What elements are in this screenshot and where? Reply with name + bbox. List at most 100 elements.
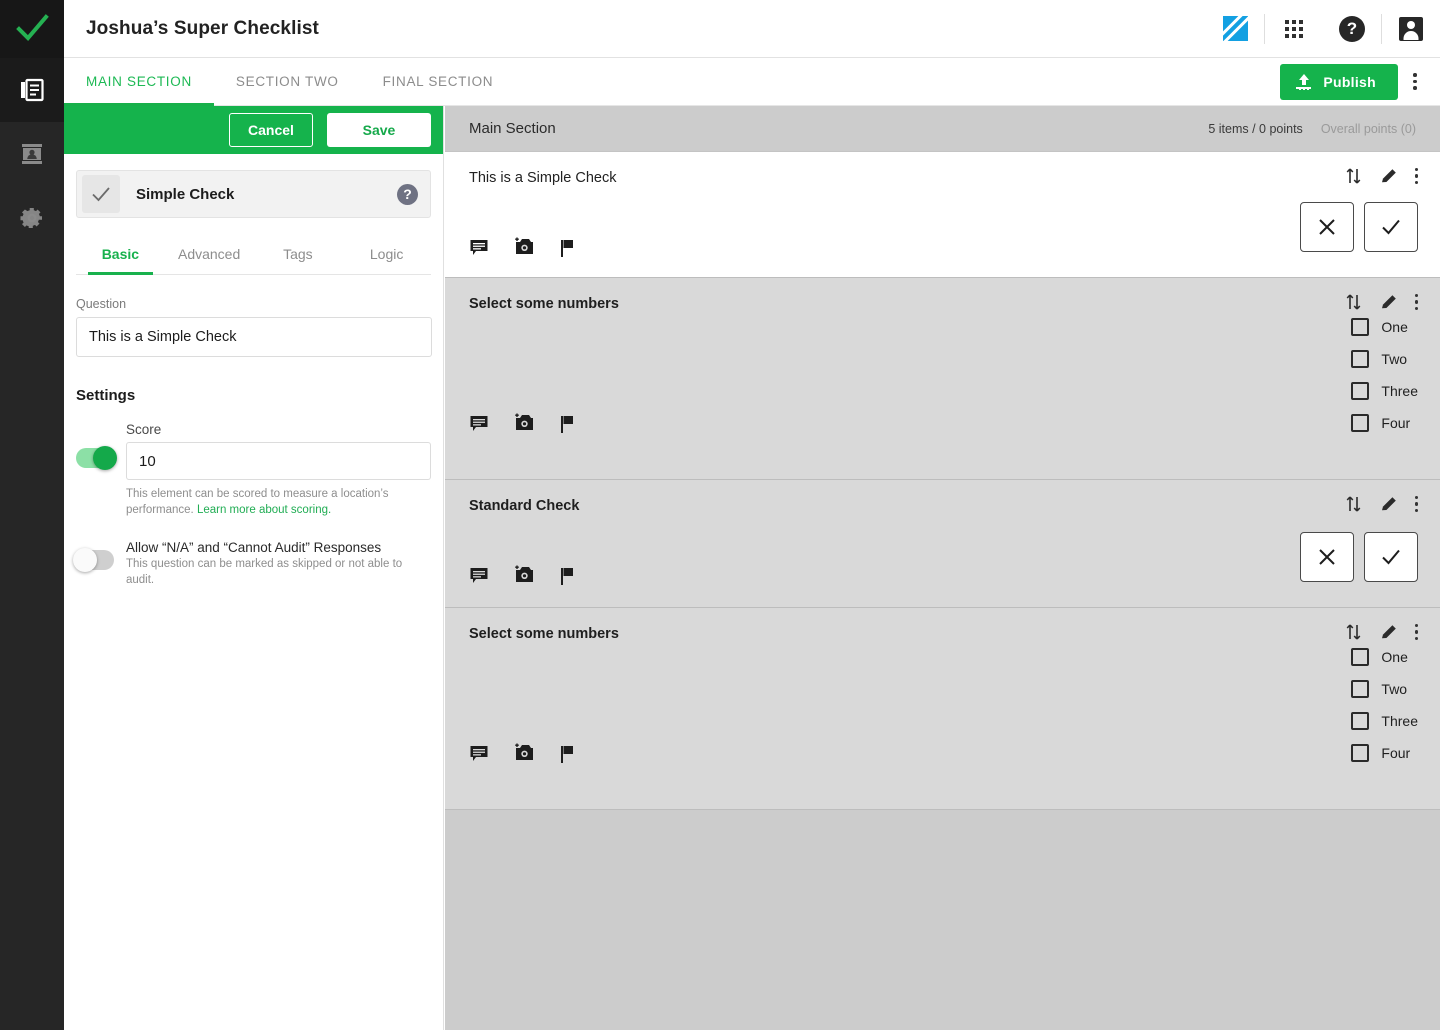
reorder-icon[interactable] bbox=[1345, 494, 1363, 514]
apps-grid-button[interactable] bbox=[1265, 0, 1323, 58]
more-options-icon bbox=[1413, 73, 1417, 90]
note-icon[interactable] bbox=[469, 238, 489, 263]
tab-label: FINAL SECTION bbox=[383, 74, 494, 89]
app-switcher-blue-button[interactable] bbox=[1206, 0, 1264, 58]
account-icon bbox=[1399, 17, 1423, 41]
top-header-actions: ? bbox=[1206, 0, 1440, 58]
na-title: Allow “N/A” and “Cannot Audit” Responses bbox=[126, 540, 431, 555]
tab-section-two[interactable]: SECTION TWO bbox=[214, 58, 361, 105]
more-options-icon[interactable] bbox=[1415, 294, 1419, 311]
tab-main-section[interactable]: MAIN SECTION bbox=[64, 58, 214, 105]
flag-icon[interactable] bbox=[559, 566, 577, 591]
section-items-points: 5 items / 0 points bbox=[1208, 122, 1303, 136]
list-item[interactable]: Three bbox=[1351, 712, 1418, 730]
flag-icon[interactable] bbox=[559, 414, 577, 439]
checkbox-label: Two bbox=[1381, 351, 1407, 367]
app-switcher-blue-icon bbox=[1223, 16, 1248, 41]
table-row[interactable]: Standard Check bbox=[445, 480, 1440, 608]
subtab-label: Advanced bbox=[178, 246, 240, 262]
reorder-icon[interactable] bbox=[1345, 292, 1363, 312]
score-toggle[interactable] bbox=[76, 448, 114, 468]
section-meta: 5 items / 0 points Overall points (0) bbox=[1208, 122, 1416, 136]
gear-icon bbox=[19, 205, 45, 231]
checkbox-icon bbox=[1351, 350, 1369, 368]
edit-pencil-icon[interactable] bbox=[1379, 622, 1399, 642]
page-title: Joshua’s Super Checklist bbox=[86, 18, 319, 40]
tab-label: SECTION TWO bbox=[236, 74, 339, 89]
tab-basic[interactable]: Basic bbox=[76, 236, 165, 274]
publish-button[interactable]: Publish bbox=[1280, 64, 1398, 100]
add-photo-icon[interactable] bbox=[513, 412, 535, 439]
more-options-button[interactable] bbox=[1398, 58, 1432, 106]
checkbox-options: One Two Three Four bbox=[1351, 318, 1418, 432]
list-item[interactable]: One bbox=[1351, 648, 1407, 666]
account-button[interactable] bbox=[1382, 0, 1440, 58]
na-setting-row: Allow “N/A” and “Cannot Audit” Responses… bbox=[76, 540, 431, 588]
add-photo-icon[interactable] bbox=[513, 236, 535, 263]
tab-final-section[interactable]: FINAL SECTION bbox=[361, 58, 516, 105]
table-row[interactable]: Select some numbers One bbox=[445, 608, 1440, 810]
sidebar-item-templates[interactable] bbox=[0, 58, 64, 122]
table-row[interactable]: This is a Simple Check bbox=[445, 152, 1440, 278]
check-icon-box bbox=[82, 175, 120, 213]
settings-heading: Settings bbox=[76, 387, 443, 404]
list-item[interactable]: Four bbox=[1351, 414, 1410, 432]
more-options-icon[interactable] bbox=[1415, 168, 1419, 185]
flag-icon[interactable] bbox=[559, 744, 577, 769]
top-header: Joshua’s Super Checklist ? bbox=[64, 0, 1440, 58]
checkbox-label: Two bbox=[1381, 681, 1407, 697]
row-tools bbox=[1345, 166, 1419, 186]
check-icon bbox=[1379, 545, 1403, 569]
publish-label: Publish bbox=[1323, 74, 1376, 90]
table-row[interactable]: Select some numbers One bbox=[445, 278, 1440, 480]
sidebar-item-settings[interactable] bbox=[0, 186, 64, 250]
edit-pencil-icon[interactable] bbox=[1379, 292, 1399, 312]
list-item[interactable]: One bbox=[1351, 318, 1407, 336]
list-item[interactable]: Three bbox=[1351, 382, 1418, 400]
list-item[interactable]: Two bbox=[1351, 350, 1407, 368]
checkbox-label: Three bbox=[1381, 713, 1418, 729]
row-tools bbox=[1345, 494, 1419, 514]
more-options-icon[interactable] bbox=[1415, 624, 1419, 641]
edit-pencil-icon[interactable] bbox=[1379, 494, 1399, 514]
question-type-card[interactable]: Simple Check ? bbox=[76, 170, 431, 218]
question-editor-panel: Cancel Save Simple Check ? Basic Advance… bbox=[64, 106, 444, 1030]
edit-pencil-icon[interactable] bbox=[1379, 166, 1399, 186]
reorder-icon[interactable] bbox=[1345, 622, 1363, 642]
question-title: Select some numbers bbox=[469, 626, 1416, 642]
list-item[interactable]: Two bbox=[1351, 680, 1407, 698]
list-item[interactable]: Four bbox=[1351, 744, 1410, 762]
sidebar-item-contacts[interactable] bbox=[0, 122, 64, 186]
tab-advanced[interactable]: Advanced bbox=[165, 236, 254, 274]
cancel-button[interactable]: Cancel bbox=[229, 113, 313, 147]
add-photo-icon[interactable] bbox=[513, 742, 535, 769]
question-input[interactable] bbox=[76, 317, 432, 357]
response-check-button[interactable] bbox=[1364, 532, 1418, 582]
apps-grid-icon bbox=[1285, 20, 1303, 38]
app-root: Joshua’s Super Checklist ? MAIN SECTION bbox=[0, 0, 1440, 1030]
add-photo-icon[interactable] bbox=[513, 564, 535, 591]
scoring-learn-more-link[interactable]: Learn more about scoring. bbox=[197, 504, 331, 516]
reorder-icon[interactable] bbox=[1345, 166, 1363, 186]
tab-tags[interactable]: Tags bbox=[254, 236, 343, 274]
help-icon[interactable]: ? bbox=[397, 184, 418, 205]
na-description: This question can be marked as skipped o… bbox=[126, 557, 431, 588]
note-icon[interactable] bbox=[469, 566, 489, 591]
score-hint: This element can be scored to measure a … bbox=[126, 487, 431, 518]
na-toggle[interactable] bbox=[76, 550, 114, 570]
save-button[interactable]: Save bbox=[327, 113, 431, 147]
app-logo[interactable] bbox=[0, 0, 64, 58]
response-check-button[interactable] bbox=[1364, 202, 1418, 252]
response-cross-button[interactable] bbox=[1300, 202, 1354, 252]
subtab-label: Basic bbox=[102, 246, 139, 262]
note-icon[interactable] bbox=[469, 414, 489, 439]
note-icon[interactable] bbox=[469, 744, 489, 769]
row-attachments bbox=[469, 412, 577, 439]
section-name: Main Section bbox=[469, 120, 556, 137]
score-input[interactable] bbox=[126, 442, 431, 480]
tab-logic[interactable]: Logic bbox=[342, 236, 431, 274]
flag-icon[interactable] bbox=[559, 238, 577, 263]
response-cross-button[interactable] bbox=[1300, 532, 1354, 582]
help-button[interactable]: ? bbox=[1323, 0, 1381, 58]
more-options-icon[interactable] bbox=[1415, 496, 1419, 513]
